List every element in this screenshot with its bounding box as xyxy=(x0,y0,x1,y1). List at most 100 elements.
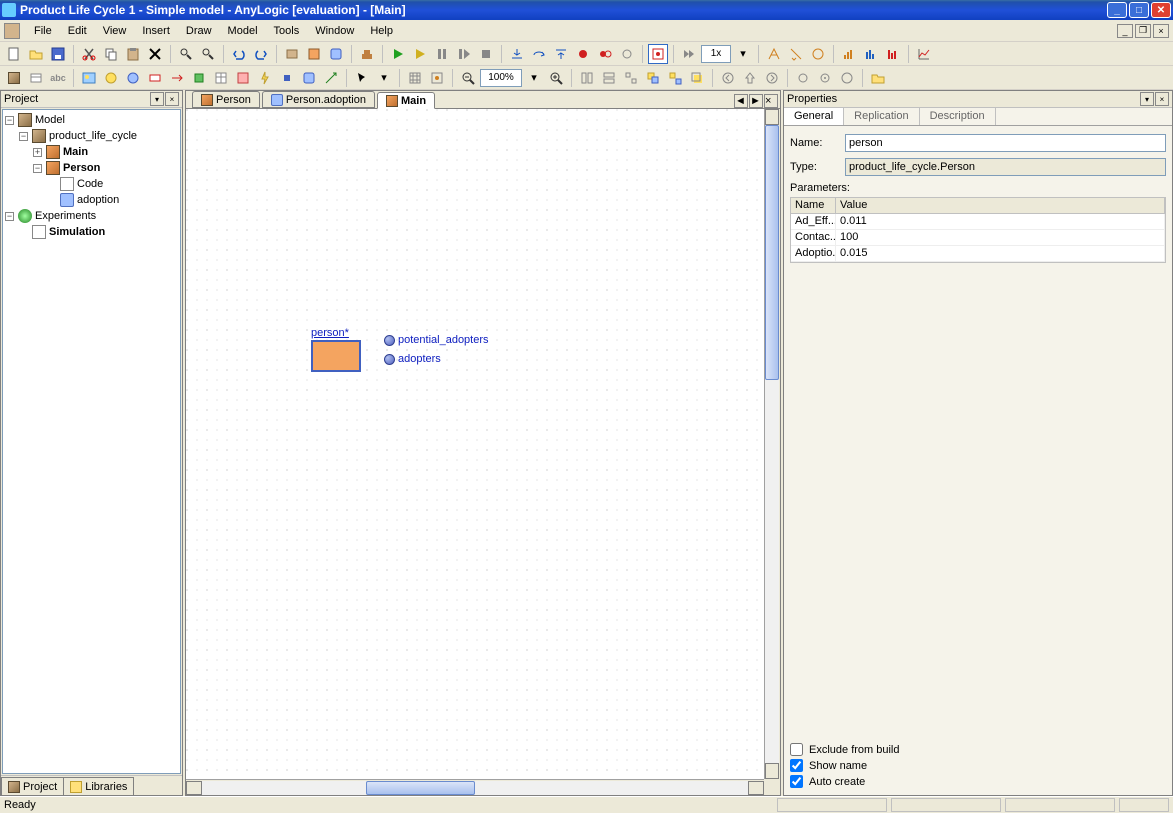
breakpoint-button[interactable] xyxy=(573,44,593,64)
record-button[interactable] xyxy=(793,68,813,88)
tree-experiments[interactable]: −Experiments xyxy=(5,208,178,224)
watch-button[interactable] xyxy=(617,44,637,64)
tool-b-button[interactable] xyxy=(786,44,806,64)
nav-up-button[interactable] xyxy=(740,68,760,88)
project-tree[interactable]: −Model −product_life_cycle +Main −Person… xyxy=(2,109,181,774)
insert-text-button[interactable]: abc xyxy=(48,68,68,88)
group-button[interactable] xyxy=(643,68,663,88)
editor-tab-person[interactable]: Person xyxy=(192,91,260,108)
tree-main[interactable]: +Main xyxy=(5,144,178,160)
col-value-header[interactable]: Value xyxy=(836,198,1165,214)
find-next-button[interactable] xyxy=(198,44,218,64)
chart-a-button[interactable] xyxy=(839,44,859,64)
tab-prev-icon[interactable]: ◄ xyxy=(734,94,748,108)
vertical-scrollbar[interactable] xyxy=(764,109,780,779)
ungroup-button[interactable] xyxy=(665,68,685,88)
speed-dropdown[interactable]: ▾ xyxy=(733,44,753,64)
grid-button[interactable] xyxy=(405,68,425,88)
type-field[interactable] xyxy=(845,158,1166,176)
param-row[interactable]: Contac... 100 xyxy=(791,230,1165,246)
delete-button[interactable] xyxy=(145,44,165,64)
tree-adoption[interactable]: adoption xyxy=(5,192,178,208)
panel-chevron-icon[interactable]: ▾ xyxy=(1140,92,1154,106)
show-name-checkbox[interactable] xyxy=(790,759,803,772)
editor-tab-person-adoption[interactable]: Person.adoption xyxy=(262,91,375,108)
run-button[interactable] xyxy=(388,44,408,64)
select-dropdown[interactable]: ▾ xyxy=(374,68,394,88)
project-type-icon[interactable] xyxy=(4,23,20,39)
prop-tab-general[interactable]: General xyxy=(784,108,844,125)
open-button[interactable] xyxy=(26,44,46,64)
tree-person[interactable]: −Person xyxy=(5,160,178,176)
auto-create-checkbox[interactable] xyxy=(790,775,803,788)
paste-button[interactable] xyxy=(123,44,143,64)
param-row[interactable]: Ad_Eff... 0.011 xyxy=(791,214,1165,230)
step-over-button[interactable] xyxy=(529,44,549,64)
insert-event-button[interactable] xyxy=(255,68,275,88)
animate-button[interactable] xyxy=(648,44,668,64)
tree-simulation[interactable]: Simulation xyxy=(5,224,178,240)
minimize-button[interactable]: _ xyxy=(1107,2,1127,18)
tab-close-icon[interactable]: × xyxy=(764,94,778,108)
insert-flow-button[interactable] xyxy=(167,68,187,88)
menu-draw[interactable]: Draw xyxy=(178,23,220,39)
left-tab-project[interactable]: Project xyxy=(1,777,64,795)
param-row[interactable]: Adoptio... 0.015 xyxy=(791,246,1165,262)
chart-d-button[interactable] xyxy=(914,44,934,64)
redo-button[interactable] xyxy=(251,44,271,64)
panel-close-icon[interactable]: × xyxy=(165,92,179,106)
snap-button[interactable] xyxy=(427,68,447,88)
insert-port-button[interactable] xyxy=(277,68,297,88)
step-into-button[interactable] xyxy=(507,44,527,64)
horizontal-scrollbar[interactable] xyxy=(186,779,764,795)
nav-fwd-button[interactable] xyxy=(762,68,782,88)
scroll-up-icon[interactable] xyxy=(765,109,779,125)
zoom-field[interactable] xyxy=(480,69,522,87)
insert-parameter-button[interactable] xyxy=(101,68,121,88)
panel-close-icon[interactable]: × xyxy=(1155,92,1169,106)
select-tool[interactable] xyxy=(352,68,372,88)
diagram-canvas[interactable]: person* potential_adopters adopters xyxy=(186,109,764,779)
insert-image-button[interactable] xyxy=(79,68,99,88)
tree-package[interactable]: −product_life_cycle xyxy=(5,128,178,144)
step-button[interactable] xyxy=(454,44,474,64)
new-statechart-button[interactable] xyxy=(326,44,346,64)
prop-tab-description[interactable]: Description xyxy=(920,108,996,125)
nav-back-button[interactable] xyxy=(718,68,738,88)
maximize-button[interactable]: □ xyxy=(1129,2,1149,18)
breakpoints-button[interactable] xyxy=(595,44,615,64)
front-button[interactable] xyxy=(687,68,707,88)
undo-button[interactable] xyxy=(229,44,249,64)
layout-a-button[interactable] xyxy=(577,68,597,88)
name-field[interactable] xyxy=(845,134,1166,152)
insert-variable-button[interactable] xyxy=(123,68,143,88)
insert-table-button[interactable] xyxy=(211,68,231,88)
menu-edit[interactable]: Edit xyxy=(60,23,95,39)
mdi-close-button[interactable]: × xyxy=(1153,24,1169,38)
help-button[interactable] xyxy=(868,68,888,88)
mdi-minimize-button[interactable]: _ xyxy=(1117,24,1133,38)
menu-file[interactable]: File xyxy=(26,23,60,39)
save-button[interactable] xyxy=(48,44,68,64)
tree-model[interactable]: −Model xyxy=(5,112,178,128)
insert-aux-button[interactable] xyxy=(189,68,209,88)
insert-function-button[interactable] xyxy=(233,68,253,88)
new-class-button[interactable] xyxy=(304,44,324,64)
scroll-down-icon[interactable] xyxy=(765,763,779,779)
chart-c-button[interactable] xyxy=(883,44,903,64)
speed-field[interactable] xyxy=(701,45,731,63)
record2-button[interactable] xyxy=(815,68,835,88)
pause-button[interactable] xyxy=(432,44,452,64)
insert-cube-button[interactable] xyxy=(4,68,24,88)
canvas-var-adopters[interactable]: adopters xyxy=(384,353,441,365)
scroll-right-icon[interactable] xyxy=(748,781,764,795)
mdi-restore-button[interactable]: ❐ xyxy=(1135,24,1151,38)
menu-window[interactable]: Window xyxy=(307,23,362,39)
tool-c-button[interactable] xyxy=(808,44,828,64)
menu-insert[interactable]: Insert xyxy=(134,23,178,39)
cut-button[interactable] xyxy=(79,44,99,64)
parameters-table[interactable]: Name Value Ad_Eff... 0.011 Contac... 100… xyxy=(790,197,1166,263)
canvas-person-object[interactable]: person* xyxy=(311,327,361,372)
close-button[interactable]: ✕ xyxy=(1151,2,1171,18)
zoom-out-button[interactable] xyxy=(458,68,478,88)
